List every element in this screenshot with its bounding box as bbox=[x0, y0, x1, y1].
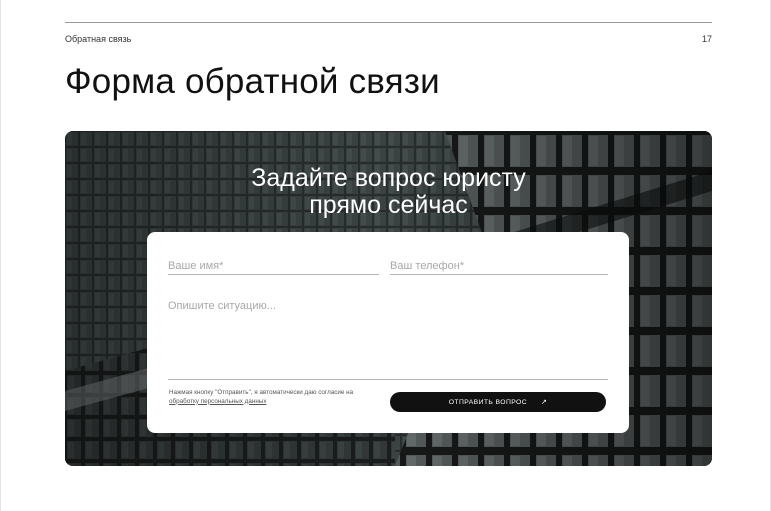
header-divider bbox=[65, 22, 712, 23]
submit-question-button[interactable]: ОТПРАВИТЬ ВОПРОС ↗ bbox=[390, 392, 606, 412]
consent-text-body: Нажмая кнопку "Отправить", я автоматичес… bbox=[169, 389, 354, 396]
consent-text: Нажмая кнопку "Отправить", я автоматичес… bbox=[169, 389, 369, 406]
submit-button-label: ОТПРАВИТЬ ВОПРОС bbox=[448, 398, 528, 406]
hero-heading-line1: Задайте вопрос юристу bbox=[251, 164, 526, 192]
situation-field[interactable] bbox=[168, 300, 608, 380]
arrow-up-right-icon: ↗ bbox=[541, 399, 548, 406]
phone-field[interactable] bbox=[390, 260, 608, 275]
name-field[interactable] bbox=[168, 260, 379, 275]
page-number: 17 bbox=[701, 34, 712, 44]
hero-heading-line2: прямо сейчас bbox=[309, 191, 468, 219]
section-label: Обратная связь bbox=[65, 34, 132, 44]
personal-data-link[interactable]: обработку персональных данных bbox=[169, 398, 266, 405]
page-title: Форма обратной связи bbox=[65, 62, 440, 101]
feedback-form-card: Нажмая кнопку "Отправить", я автоматичес… bbox=[147, 232, 629, 433]
hero-heading: Задайте вопрос юристу прямо сейчас bbox=[65, 165, 712, 219]
page-border-left bbox=[0, 0, 1, 511]
